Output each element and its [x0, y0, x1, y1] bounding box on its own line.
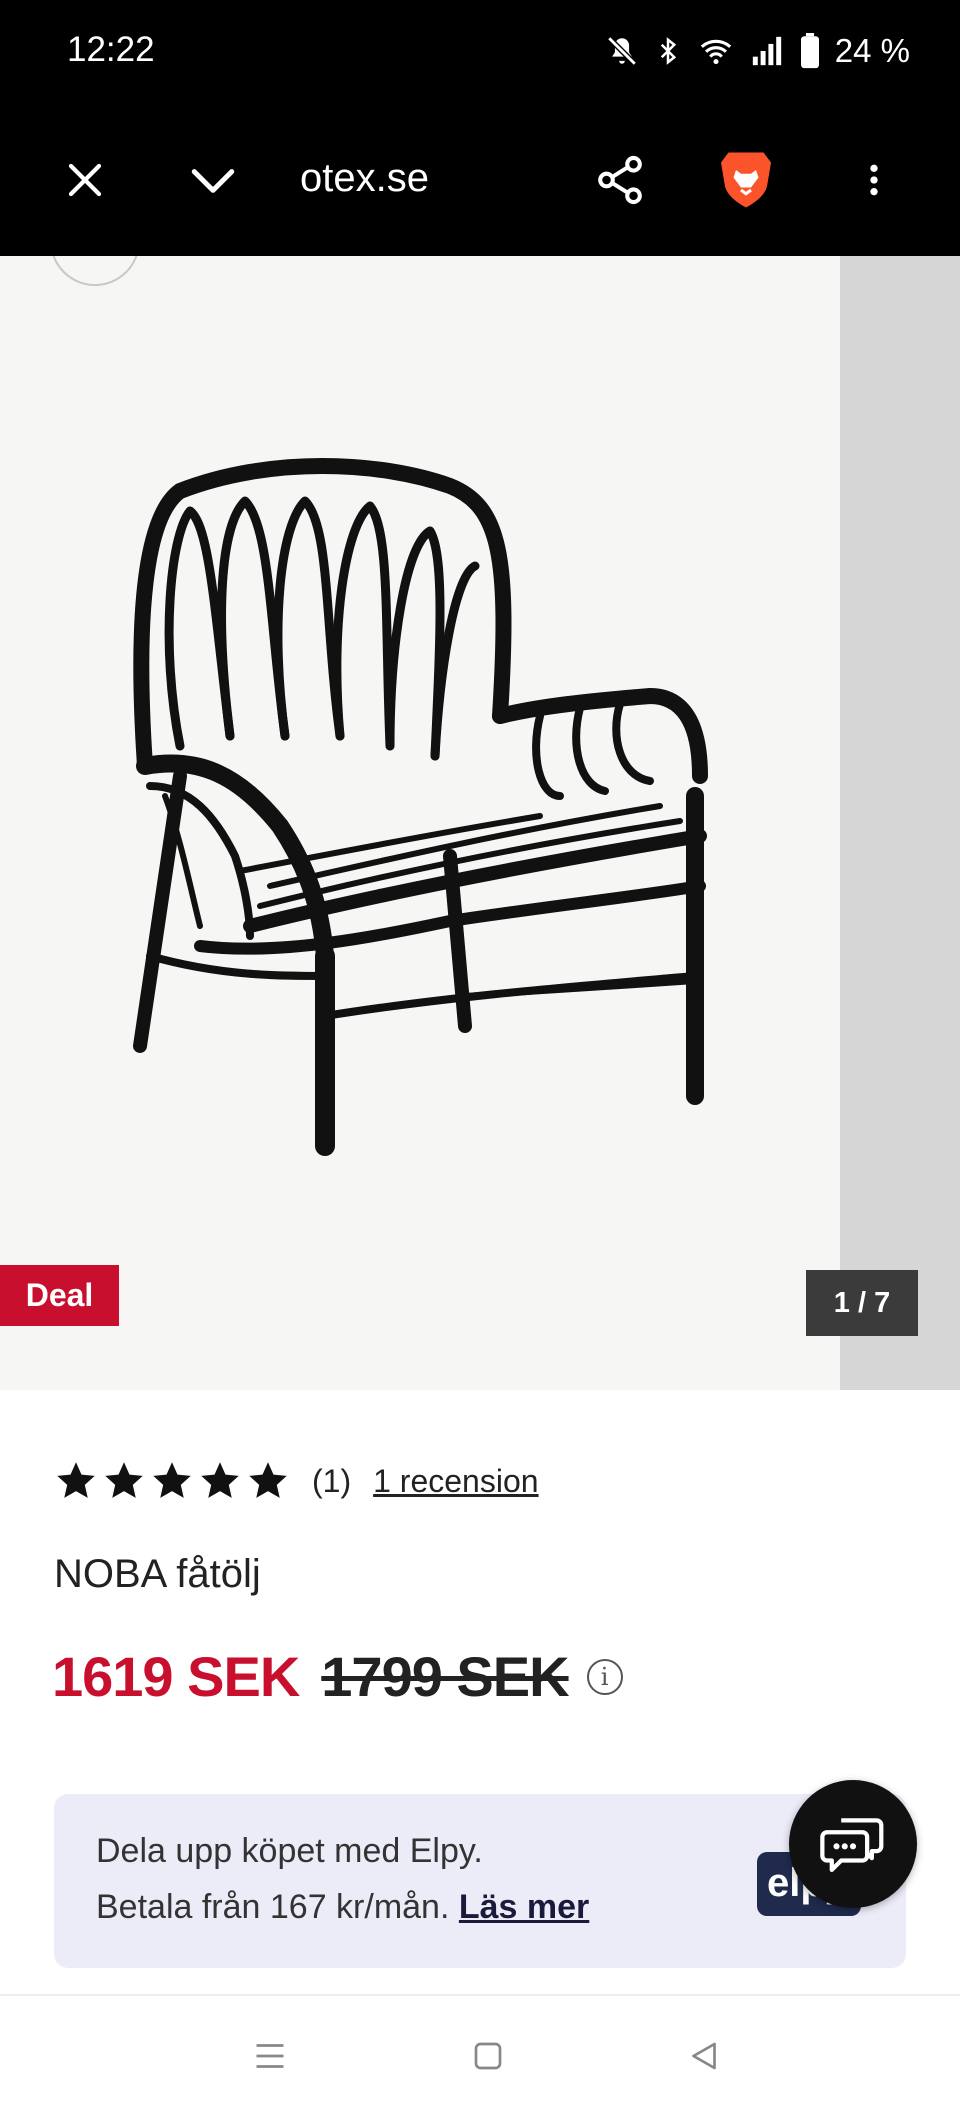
reviews-link[interactable]: 1 recension: [373, 1463, 538, 1500]
close-button[interactable]: [49, 144, 121, 216]
star-icon: [249, 1462, 287, 1498]
chat-button[interactable]: [789, 1780, 917, 1908]
next-image-peek[interactable]: [840, 256, 960, 1390]
recent-apps-icon: [256, 2044, 284, 2068]
elpy-text-line2: Betala från 167 kr/mån. Läs mer: [96, 1888, 589, 1927]
original-price: 1799 SEK: [321, 1645, 569, 1708]
chat-icon: [820, 1818, 884, 1873]
back-icon: [692, 2042, 716, 2070]
back-button[interactable]: [674, 2026, 734, 2086]
elpy-price-text: Betala från 167 kr/mån.: [96, 1888, 450, 1926]
status-time: 12:22: [67, 30, 155, 69]
elpy-banner: Dela upp köpet med Elpy. Betala från 167…: [54, 1794, 906, 1968]
home-icon: [474, 2042, 502, 2070]
star-icon: [105, 1462, 143, 1498]
info-icon[interactable]: i: [586, 1658, 623, 1695]
more-vert-icon: [870, 164, 878, 196]
chevron-down-icon: [191, 169, 235, 193]
current-price: 1619 SEK: [52, 1645, 300, 1708]
signal-icon: [752, 36, 781, 66]
bluetooth-icon: [660, 37, 676, 65]
deal-badge: Deal: [0, 1265, 119, 1326]
price-row: 1619 SEK 1799 SEK i: [52, 1644, 623, 1709]
share-icon: [598, 155, 642, 205]
product-title: NOBA fåtölj: [54, 1552, 261, 1596]
battery-icon: [800, 33, 819, 69]
recent-apps-button[interactable]: [240, 2026, 300, 2086]
rating-row: (1) 1 recension: [54, 1456, 539, 1506]
product-image-gallery[interactable]: Deal 1 / 7: [0, 256, 960, 1390]
rating-count: (1): [312, 1462, 352, 1499]
browser-toolbar: otex.se: [0, 104, 960, 256]
mute-icon: [607, 36, 637, 66]
home-button[interactable]: [458, 2026, 518, 2086]
elpy-text-line1: Dela upp köpet med Elpy.: [96, 1832, 483, 1870]
system-nav-bar: [0, 1996, 960, 2112]
close-icon: [68, 163, 102, 197]
zoom-button[interactable]: [50, 256, 140, 286]
rating-stars: [54, 1459, 290, 1503]
battery-percent: 24 %: [834, 32, 910, 69]
wifi-icon: [700, 39, 731, 65]
collapse-button[interactable]: [177, 144, 249, 216]
brave-shields-button[interactable]: [710, 144, 782, 216]
chair-image: [133, 458, 708, 1156]
share-button[interactable]: [584, 144, 656, 216]
read-more-link[interactable]: Läs mer: [459, 1888, 589, 1926]
image-counter: 1 / 7: [806, 1270, 918, 1336]
star-icon: [201, 1462, 239, 1498]
url-text[interactable]: otex.se: [300, 156, 450, 201]
star-icon: [57, 1462, 95, 1498]
status-bar: 12:22 24 %: [0, 0, 960, 104]
status-icons: 24 %: [605, 32, 910, 70]
more-menu-button[interactable]: [838, 144, 910, 216]
brave-lion-icon: [721, 152, 771, 208]
star-icon: [153, 1462, 191, 1498]
